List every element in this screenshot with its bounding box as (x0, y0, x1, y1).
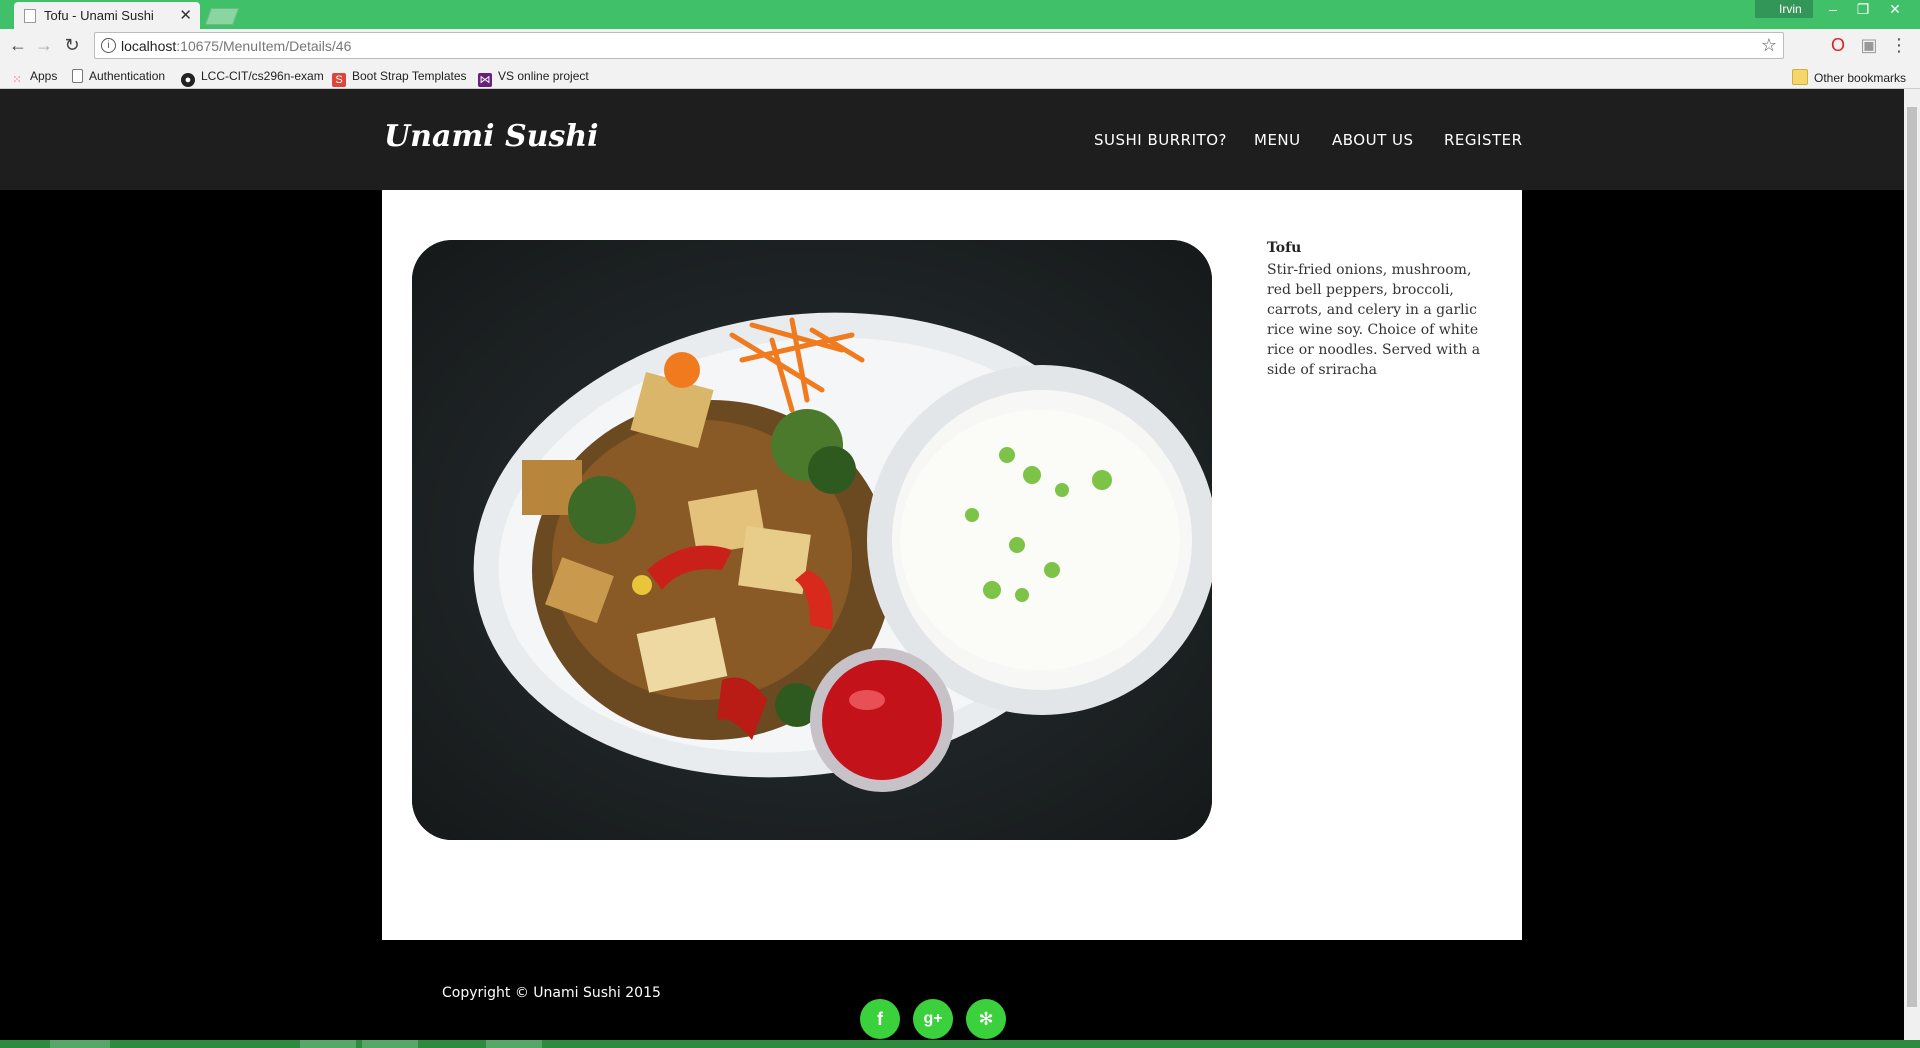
info-icon[interactable]: i (101, 38, 116, 53)
item-description: Stir-fried onions, mushroom, red bell pe… (1267, 262, 1481, 378)
apps-grid-icon: ⁙ (12, 74, 22, 86)
site-brand[interactable]: Unami Sushi (384, 119, 599, 154)
facebook-icon[interactable]: f (860, 999, 900, 1039)
tab-close-icon[interactable]: ✕ (179, 6, 192, 24)
window-close-icon[interactable]: ✕ (1880, 1, 1910, 18)
browser-titlebar: Tofu - Unami Sushi ✕ Irvin – ❐ ✕ (0, 0, 1920, 29)
nav-about-us[interactable]: ABOUT US (1332, 131, 1414, 149)
address-bar[interactable]: i localhost:10675/MenuItem/Details/46 ☆ (94, 32, 1784, 59)
taskbar-item[interactable] (50, 1040, 110, 1048)
url-host: localhost (121, 38, 177, 54)
nav-sushi-burrito[interactable]: SUSHI BURRITO? (1094, 131, 1227, 149)
chrome-menu-icon[interactable]: ⋮ (1888, 35, 1910, 56)
bookmark-bootstrap[interactable]: S Boot Strap Templates (332, 69, 467, 87)
page-scrollbar[interactable] (1904, 89, 1920, 1040)
taskbar-item[interactable] (486, 1040, 542, 1048)
bookmark-github[interactable]: ● LCC-CIT/cs296n-exam (181, 69, 324, 87)
menu-item-photo (412, 240, 1212, 840)
copyright-text: Copyright © Unami Sushi 2015 (442, 985, 661, 1001)
bookmark-vs-online[interactable]: ⋈ VS online project (478, 69, 589, 87)
browser-tab[interactable]: Tofu - Unami Sushi ✕ (14, 2, 200, 29)
bookmark-star-icon[interactable]: ☆ (1761, 35, 1777, 56)
bookmark-apps[interactable]: ⁙ Apps (10, 69, 57, 87)
visual-studio-icon: ⋈ (478, 73, 492, 87)
scrollbar-thumb[interactable] (1907, 107, 1917, 1007)
os-taskbar (0, 1040, 1920, 1048)
page-favicon-icon (24, 9, 36, 23)
browser-toolbar: ← → ↻ i localhost:10675/MenuItem/Details… (0, 29, 1920, 64)
google-plus-icon[interactable]: g+ (913, 999, 953, 1039)
bookmark-authentication[interactable]: Authentication (72, 69, 165, 83)
bootstrap-s-icon: S (332, 73, 346, 87)
forward-arrow-icon[interactable]: → (32, 35, 56, 56)
yelp-icon[interactable]: ✻ (966, 999, 1006, 1039)
reload-icon[interactable]: ↻ (60, 35, 84, 56)
page-icon (72, 69, 83, 83)
taskbar-item[interactable] (362, 1040, 418, 1048)
url-path: :10675/MenuItem/Details/46 (176, 38, 352, 54)
other-bookmarks[interactable]: Other bookmarks (1792, 69, 1906, 85)
folder-icon (1792, 69, 1808, 85)
nav-menu[interactable]: MENU (1254, 131, 1301, 149)
item-name: Tofu (1267, 240, 1302, 256)
profile-name: Irvin (1779, 2, 1802, 16)
site-navbar: Unami Sushi SUSHI BURRITO? MENU ABOUT US… (0, 89, 1904, 190)
back-arrow-icon[interactable]: ← (6, 35, 30, 56)
github-icon: ● (181, 73, 195, 87)
tab-title: Tofu - Unami Sushi (44, 8, 154, 23)
minimize-icon[interactable]: – (1818, 1, 1848, 17)
restore-icon[interactable]: ❐ (1848, 1, 1878, 18)
taskbar-item[interactable] (300, 1040, 356, 1048)
tofu-dish-image (412, 240, 1212, 840)
nav-register[interactable]: REGISTER (1444, 131, 1523, 149)
new-tab-button[interactable] (204, 8, 240, 25)
profile-button[interactable]: Irvin (1755, 0, 1813, 18)
opera-extension-icon[interactable]: O (1827, 35, 1849, 56)
menu-item-details: Tofu Stir-fried onions, mushroom, red be… (382, 190, 1522, 940)
bookmarks-bar: ⁙ Apps Authentication ● LCC-CIT/cs296n-exa… (0, 64, 1920, 89)
pdf-extension-icon[interactable]: ▣ (1858, 35, 1880, 56)
